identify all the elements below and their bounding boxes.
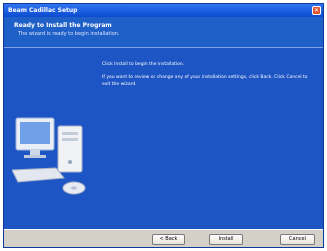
review-instruction: If you want to review or change any of y… [102, 75, 308, 87]
wizard-header: Ready to Install the Program The wizard … [4, 17, 323, 47]
button-bar: < Back Install Cancel [4, 230, 323, 247]
window-title: Beam Cadillac Setup [8, 7, 78, 14]
cancel-button[interactable]: Cancel [280, 234, 315, 245]
setup-window: Beam Cadillac Setup ✕ Ready to Install t… [3, 3, 324, 248]
header-title: Ready to Install the Program [14, 22, 112, 29]
header-subtitle: The wizard is ready to begin installatio… [18, 31, 120, 37]
install-instruction: Click Install to begin the installation. [102, 62, 185, 67]
close-icon: ✕ [313, 7, 320, 14]
back-button[interactable]: < Back [152, 234, 185, 245]
wizard-body: Click Install to begin the installation.… [4, 48, 323, 229]
close-button[interactable]: ✕ [312, 6, 321, 15]
computer-illustration-icon [11, 112, 92, 200]
title-bar: Beam Cadillac Setup ✕ [4, 4, 323, 17]
install-button[interactable]: Install [209, 234, 243, 245]
